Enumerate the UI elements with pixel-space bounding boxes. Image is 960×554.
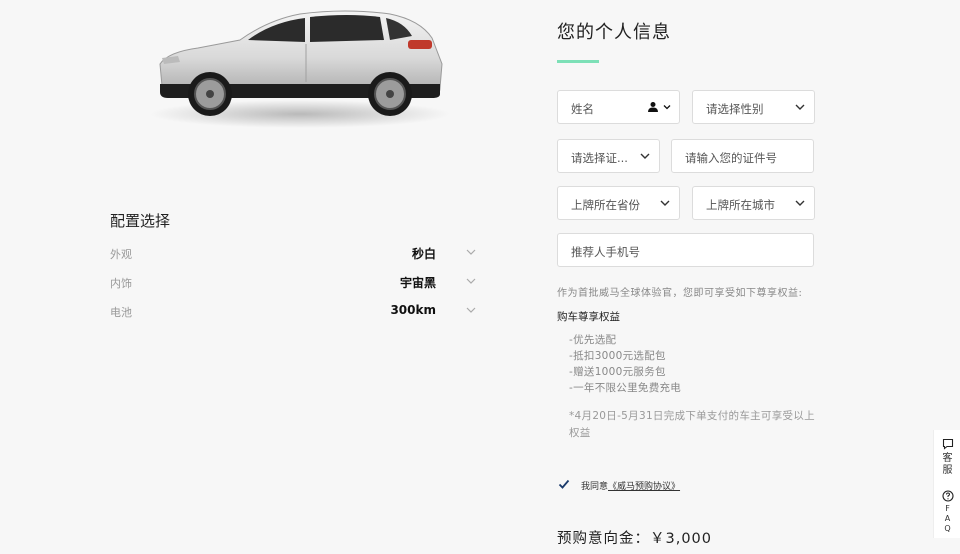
city-placeholder: 上牌所在城市 bbox=[706, 198, 775, 212]
benefits-title: 购车尊享权益 bbox=[557, 311, 620, 323]
config-key: 内饰 bbox=[110, 277, 132, 290]
person-icon[interactable] bbox=[647, 101, 659, 113]
benefit-item: -一年不限公里免费充电 bbox=[569, 382, 682, 394]
agreement-prefix: 我同意 bbox=[581, 482, 609, 492]
customer-service-label: 客服 bbox=[942, 453, 953, 476]
referrer-phone-input[interactable]: 推荐人手机号 bbox=[557, 233, 814, 267]
name-placeholder: 姓名 bbox=[571, 102, 594, 116]
chevron-down-icon[interactable] bbox=[464, 303, 478, 317]
referrer-phone-placeholder: 推荐人手机号 bbox=[571, 245, 640, 259]
province-placeholder: 上牌所在省份 bbox=[571, 198, 640, 212]
id-number-input[interactable]: 请输入您的证件号 bbox=[671, 139, 814, 173]
chevron-down-icon bbox=[640, 153, 650, 159]
config-row-battery[interactable]: 电池 300km bbox=[110, 301, 480, 321]
chevron-down-icon[interactable] bbox=[663, 103, 671, 111]
config-value: 300km bbox=[390, 303, 436, 317]
chevron-down-icon bbox=[795, 104, 805, 110]
customer-service-button[interactable]: 客服 bbox=[934, 438, 960, 477]
benefit-item: -抵扣3000元选配包 bbox=[569, 350, 666, 362]
benefits-intro: 作为首批威马全球体验官，您即可享受如下尊享权益: bbox=[557, 288, 803, 299]
configuration-panel: 配置选择 外观 秒白 内饰 宇宙黑 电池 300km bbox=[0, 0, 520, 554]
id-type-select[interactable]: 请选择证... bbox=[557, 139, 660, 173]
config-value: 秒白 bbox=[411, 247, 436, 261]
city-select[interactable]: 上牌所在城市 bbox=[692, 186, 815, 220]
benefit-item: -赠送1000元服务包 bbox=[569, 366, 666, 378]
gender-placeholder: 请选择性别 bbox=[706, 102, 764, 116]
faq-label: FAQ bbox=[944, 504, 951, 533]
id-number-placeholder: 请输入您的证件号 bbox=[685, 151, 777, 165]
title-accent-line bbox=[557, 60, 599, 63]
gender-select[interactable]: 请选择性别 bbox=[692, 90, 815, 124]
benefit-item: -优先选配 bbox=[569, 334, 617, 346]
config-value: 宇宙黑 bbox=[399, 276, 436, 290]
chevron-down-icon bbox=[795, 200, 805, 206]
check-icon[interactable] bbox=[558, 478, 570, 490]
benefits-note: *4月20日-5月31日完成下单支付的车主可享受以上权益 bbox=[569, 410, 815, 439]
config-key: 外观 bbox=[110, 248, 132, 261]
faq-button[interactable]: FAQ bbox=[934, 490, 960, 534]
config-title: 配置选择 bbox=[110, 212, 171, 230]
config-key: 电池 bbox=[110, 306, 132, 319]
province-select[interactable]: 上牌所在省份 bbox=[557, 186, 680, 220]
name-field[interactable]: 姓名 bbox=[557, 90, 680, 124]
config-row-exterior[interactable]: 外观 秒白 bbox=[110, 243, 480, 263]
deposit-amount: 预购意向金：￥3,000 bbox=[557, 531, 713, 547]
agreement-link[interactable]: 《威马预购协议》 bbox=[608, 482, 680, 492]
floating-sidebar: 客服 FAQ bbox=[933, 430, 960, 538]
chevron-down-icon bbox=[660, 200, 670, 206]
chevron-down-icon[interactable] bbox=[464, 245, 478, 259]
personal-info-panel: 您的个人信息 姓名 请选择性别 请选择证... 请输入您的证件号 上牌所在省份 … bbox=[557, 0, 817, 554]
config-row-interior[interactable]: 内饰 宇宙黑 bbox=[110, 272, 480, 292]
id-type-placeholder: 请选择证... bbox=[571, 151, 628, 165]
car-image bbox=[140, 4, 460, 130]
chevron-down-icon[interactable] bbox=[464, 274, 478, 288]
agreement-label: 我同意《威马预购协议》 bbox=[581, 479, 680, 492]
help-icon bbox=[941, 490, 954, 502]
form-title: 您的个人信息 bbox=[557, 22, 671, 43]
chat-icon bbox=[942, 438, 953, 450]
